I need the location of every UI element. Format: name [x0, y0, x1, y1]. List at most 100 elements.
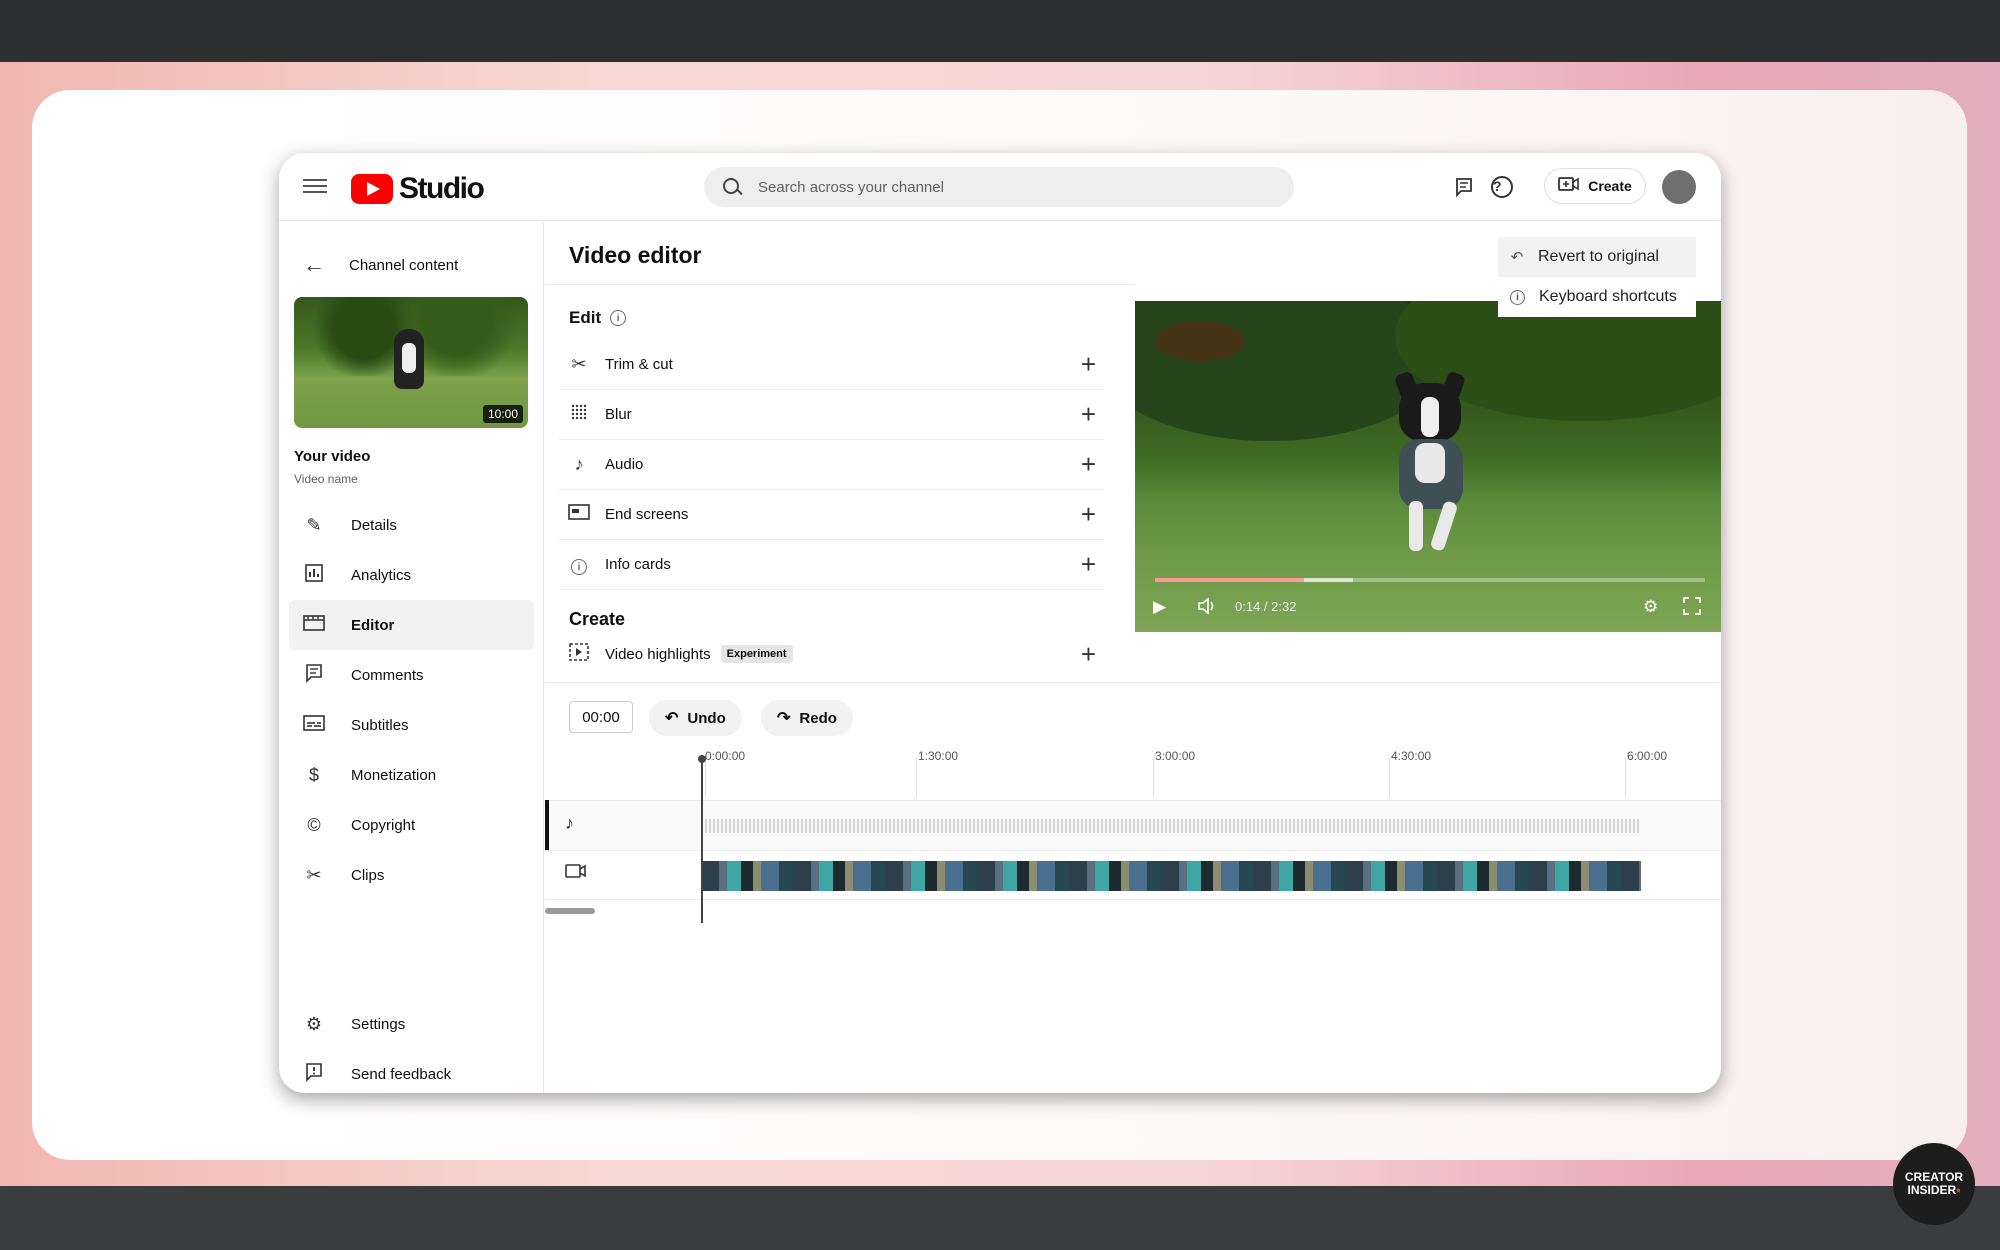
creator-insider-logo: CREATOR INSIDER• [1893, 1143, 1975, 1225]
ruler-label: 0:00:00 [705, 749, 746, 763]
time-display: 0:14 / 2:32 [1235, 599, 1297, 614]
feedback-icon [301, 1062, 327, 1087]
fullscreen-icon[interactable] [1683, 597, 1701, 615]
add-plus-icon[interactable]: + [1081, 639, 1096, 670]
add-plus-icon[interactable]: + [1081, 351, 1096, 377]
video-camera-plus-icon [1558, 176, 1580, 197]
tool-label: Info cards [605, 556, 671, 573]
sidebar-item-clips[interactable]: ✂ Clips [289, 850, 534, 900]
experiment-badge: Experiment [720, 645, 793, 663]
create-heading: Create [569, 609, 626, 629]
top-letterbox-bar [0, 0, 2000, 62]
track-selection-indicator [545, 800, 549, 850]
sidebar-item-details[interactable]: ✎ Details [289, 500, 534, 550]
dog-figure [394, 329, 424, 389]
divider [545, 284, 1135, 285]
logo-line-1: CREATOR [1904, 1170, 1964, 1184]
keyboard-shortcuts-item[interactable]: i Keyboard shortcuts [1498, 277, 1696, 317]
tool-info-cards[interactable]: i Info cards + [559, 540, 1104, 590]
studio-logo[interactable]: Studio [351, 172, 485, 206]
add-plus-icon[interactable]: + [1081, 401, 1096, 427]
sidebar-item-label: Send feedback [351, 1065, 452, 1083]
tool-video-highlights[interactable]: Video highlights Experiment + [559, 636, 1104, 672]
arrow-left-icon: ← [303, 252, 325, 277]
avatar[interactable] [1662, 170, 1696, 204]
sidebar-item-label: Subtitles [351, 716, 409, 734]
sidebar-item-editor[interactable]: Editor [289, 600, 534, 650]
sidebar-nav: ✎ Details Analytics Editor Comments Subt… [289, 500, 534, 900]
sidebar: ← Channel content 10:00 Your video Video… [279, 222, 544, 1093]
back-to-channel-content[interactable]: ← Channel content [303, 252, 458, 278]
tool-trim-cut[interactable]: ✂ Trim & cut + [559, 340, 1104, 390]
sidebar-item-label: Copyright [351, 816, 416, 834]
revert-to-original-item[interactable]: ↶ Revert to original [1498, 237, 1696, 277]
page-title: Video editor [569, 242, 702, 268]
gear-icon[interactable]: ⚙ [1643, 597, 1658, 617]
pencil-icon: ✎ [306, 514, 322, 535]
play-icon[interactable]: ▶ [1153, 597, 1166, 617]
editor-icon [301, 614, 327, 637]
analytics-icon [301, 563, 327, 588]
search-input[interactable]: Search across your channel [704, 167, 1294, 207]
buffered-bar [1155, 578, 1353, 582]
undo-button[interactable]: ↶ Undo [649, 700, 742, 736]
redo-button[interactable]: ↷ Redo [761, 700, 853, 736]
video-track-icon [565, 863, 587, 884]
ruler-label: 4:30:00 [1391, 749, 1432, 763]
editor-options-menu: ↶ Revert to original i Keyboard shortcut… [1498, 237, 1696, 317]
redo-icon: ↷ [777, 710, 791, 727]
timeline-scrollbar[interactable] [545, 908, 595, 914]
ruler-label: 3:00:00 [1155, 749, 1196, 763]
info-icon[interactable]: i [610, 310, 627, 326]
add-plus-icon[interactable]: + [1081, 501, 1096, 527]
audio-waveform [701, 819, 1641, 833]
logo-text: Studio [399, 172, 485, 205]
tool-blur[interactable]: Blur + [559, 390, 1104, 440]
video-player[interactable]: ▶ 0:14 / 2:32 ⚙ [1135, 301, 1721, 632]
edit-heading-label: Edit [569, 308, 602, 327]
info-icon: i [1510, 289, 1525, 305]
thumbnail-duration: 10:00 [482, 405, 523, 423]
video-name: Video name [294, 472, 358, 486]
sidebar-item-copyright[interactable]: © Copyright [289, 800, 534, 850]
search-icon [722, 177, 742, 197]
sidebar-item-label: Comments [351, 666, 424, 684]
redo-label: Redo [799, 709, 837, 727]
sidebar-item-label: Monetization [351, 766, 437, 784]
sidebar-item-subtitles[interactable]: Subtitles [289, 700, 534, 750]
divider [545, 682, 1721, 683]
sidebar-item-analytics[interactable]: Analytics [289, 550, 534, 600]
menu-item-label: Revert to original [1538, 248, 1659, 265]
youtube-play-logo-icon [351, 174, 393, 204]
sidebar-item-settings[interactable]: ⚙ Settings [289, 999, 534, 1049]
sidebar-item-comments[interactable]: Comments [289, 650, 534, 700]
sidebar-item-monetization[interactable]: $ Monetization [289, 750, 534, 800]
edit-tools-list: ✂ Trim & cut + Blur + ♪ Audio + End scre… [559, 340, 1104, 590]
feedback-messages-icon[interactable] [1451, 174, 1477, 200]
help-icon[interactable]: ? [1489, 174, 1515, 200]
video-thumbnail[interactable]: 10:00 [294, 297, 528, 428]
search-placeholder: Search across your channel [758, 178, 944, 196]
tool-label: Blur [605, 406, 632, 423]
music-note-icon: ♪ [574, 454, 584, 474]
timecode-input[interactable]: 00:00 [569, 701, 633, 733]
sidebar-item-send-feedback[interactable]: Send feedback [289, 1049, 534, 1093]
editor-main: Video editor Edit i ✂ Trim & cut + Blur … [545, 222, 1721, 1093]
menu-item-label: Keyboard shortcuts [1539, 288, 1677, 305]
add-plus-icon[interactable]: + [1081, 551, 1096, 577]
back-label: Channel content [349, 256, 459, 274]
tool-audio[interactable]: ♪ Audio + [559, 440, 1104, 490]
create-button[interactable]: Create [1544, 168, 1646, 204]
hamburger-menu-icon[interactable] [303, 175, 327, 199]
add-plus-icon[interactable]: + [1081, 451, 1096, 477]
volume-icon[interactable] [1197, 597, 1217, 615]
timeline-playhead[interactable] [698, 755, 706, 923]
tool-label: Audio [605, 456, 644, 473]
copyright-icon: © [307, 814, 321, 835]
highlights-label: Video highlights [605, 645, 711, 663]
header-bar: Studio Search across your channel ? Crea… [279, 153, 1721, 221]
end-screen-icon [565, 504, 593, 525]
tool-end-screens[interactable]: End screens + [559, 490, 1104, 540]
sidebar-item-label: Settings [351, 1015, 406, 1033]
playback-progress-bar[interactable] [1155, 578, 1705, 582]
